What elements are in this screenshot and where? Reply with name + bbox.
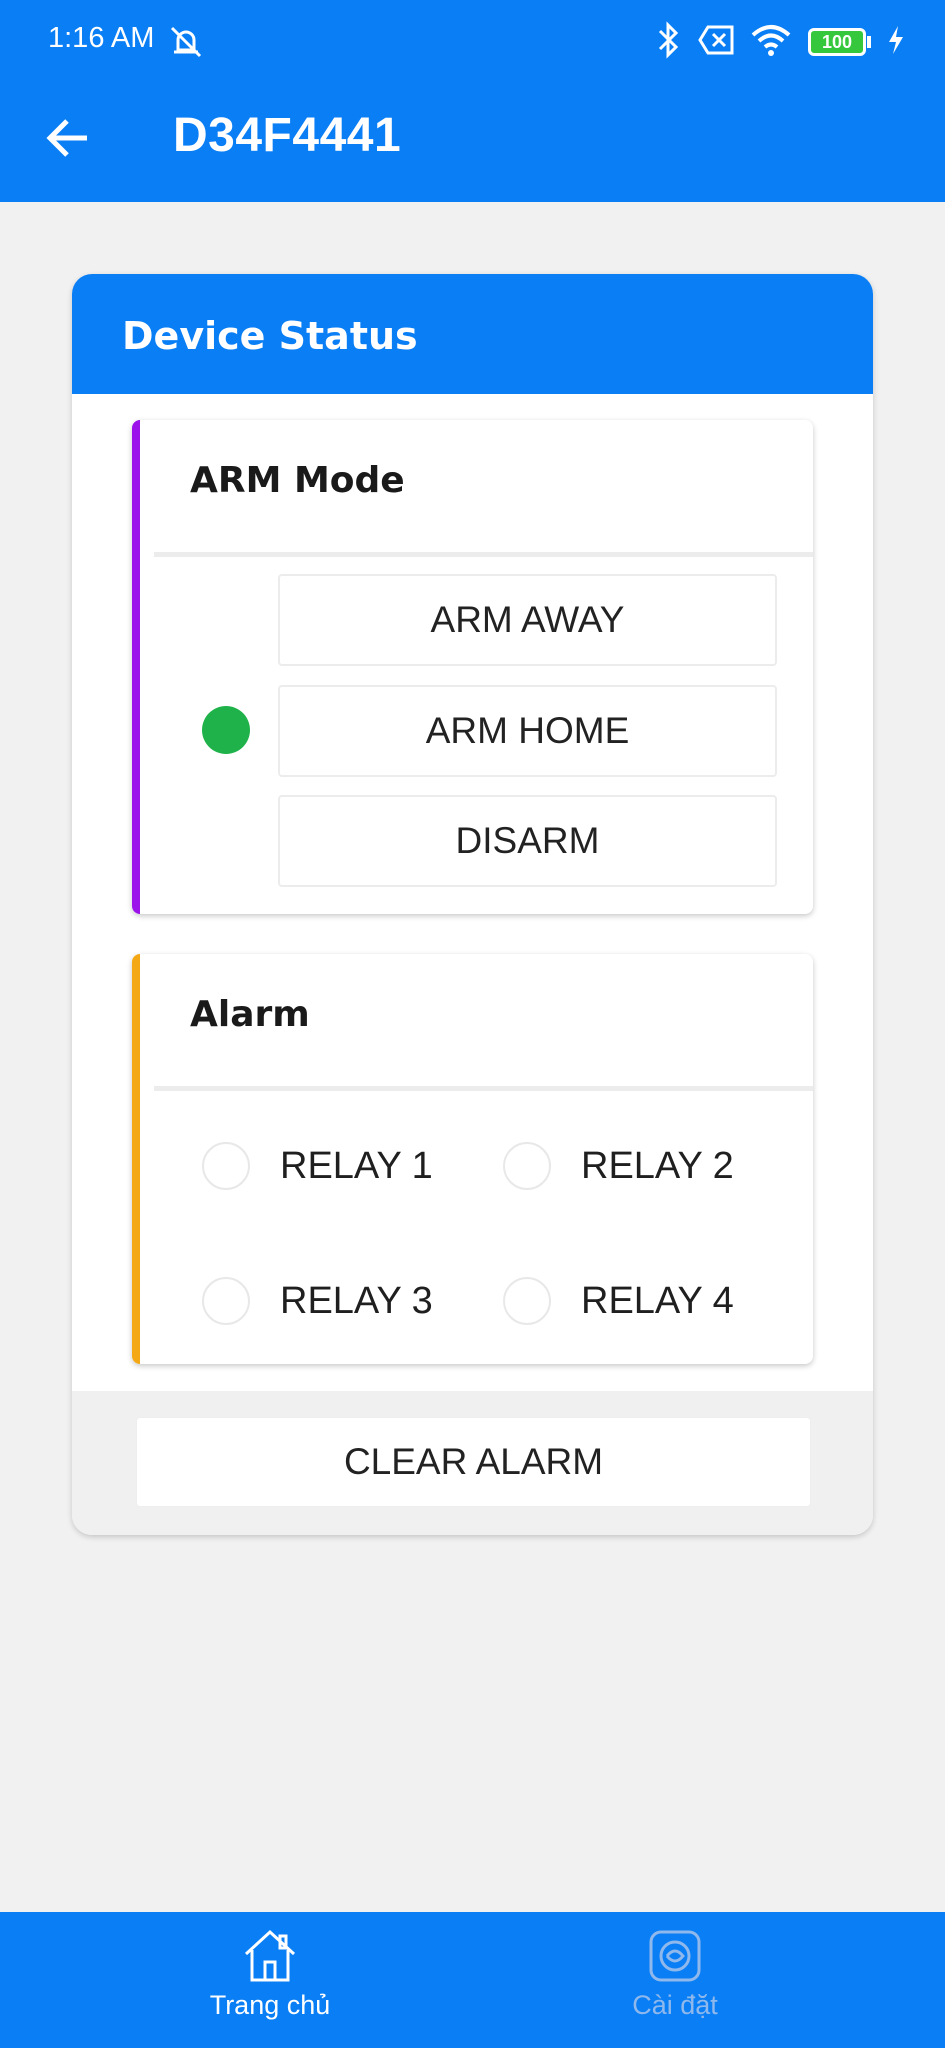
radio-circle-icon[interactable] — [503, 1142, 551, 1190]
battery-icon: 100 — [808, 28, 871, 56]
charging-icon — [887, 25, 905, 60]
bottom-navigation: Trang chủ Cài đặt — [0, 1912, 945, 2048]
relay-4-checkbox[interactable]: RELAY 4 — [503, 1277, 734, 1325]
settings-icon — [649, 1930, 701, 1982]
divider — [154, 1086, 813, 1091]
relay-label: RELAY 2 — [581, 1144, 734, 1187]
disarm-button[interactable]: DISARM — [278, 795, 777, 887]
card-title: Device Status — [122, 314, 418, 358]
app-bar: D34F4441 — [0, 84, 945, 202]
relay-label: RELAY 1 — [280, 1144, 433, 1187]
radio-circle-icon[interactable] — [503, 1277, 551, 1325]
nav-label-home: Trang chủ — [209, 1990, 331, 2020]
relay-1-checkbox[interactable]: RELAY 1 — [202, 1142, 433, 1190]
nav-item-home[interactable]: Trang chủ — [150, 1928, 390, 2038]
mute-notifications-icon — [166, 22, 206, 67]
home-icon — [244, 1929, 296, 1982]
arm-mode-section: ARM Mode ARM AWAY ARM HOME DISARM — [132, 420, 813, 914]
relay-label: RELAY 3 — [280, 1279, 433, 1322]
arm-away-button[interactable]: ARM AWAY — [278, 574, 777, 666]
arm-mode-title: ARM Mode — [190, 460, 405, 501]
wifi-icon — [750, 23, 792, 62]
bluetooth-icon — [654, 20, 682, 64]
status-bar: 1:16 AM 100 — [0, 0, 945, 84]
status-time: 1:16 AM — [48, 22, 155, 54]
arrow-left-icon — [46, 119, 87, 157]
arm-mode-accent — [132, 420, 140, 914]
divider — [154, 552, 813, 557]
nav-item-settings[interactable]: Cài đặt — [555, 1928, 795, 2038]
device-status-card: Device Status ARM Mode ARM AWAY ARM HOME… — [72, 274, 873, 1535]
alarm-accent — [132, 954, 140, 1364]
back-button[interactable] — [40, 110, 96, 166]
radio-circle-icon[interactable] — [202, 1277, 250, 1325]
battery-level: 100 — [808, 28, 866, 56]
radio-circle-icon[interactable] — [202, 1142, 250, 1190]
card-header: Device Status — [72, 274, 873, 394]
alarm-title: Alarm — [190, 994, 310, 1035]
page-title: D34F4441 — [173, 109, 402, 162]
alarm-section: Alarm RELAY 1 RELAY 2 RELAY 3 RELAY 4 — [132, 954, 813, 1364]
relay-2-checkbox[interactable]: RELAY 2 — [503, 1142, 734, 1190]
selected-indicator — [202, 706, 250, 754]
relay-label: RELAY 4 — [581, 1279, 734, 1322]
relay-3-checkbox[interactable]: RELAY 3 — [202, 1277, 433, 1325]
arm-home-button[interactable]: ARM HOME — [278, 685, 777, 777]
clear-alarm-button[interactable]: CLEAR ALARM — [136, 1417, 811, 1507]
nav-label-settings: Cài đặt — [632, 1990, 718, 2020]
no-sim-icon — [698, 25, 734, 60]
